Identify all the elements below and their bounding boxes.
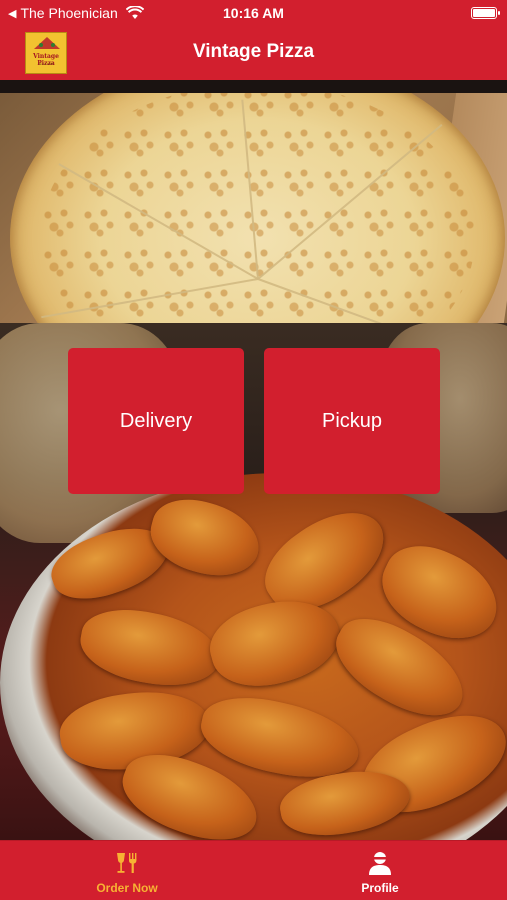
tab-order-now-label: Order Now xyxy=(96,881,158,895)
tab-order-now[interactable]: Order Now xyxy=(47,841,207,900)
status-time: 10:16 AM xyxy=(223,5,284,21)
delivery-button[interactable]: Delivery xyxy=(68,348,244,494)
battery-icon xyxy=(471,7,500,19)
page-title: Vintage Pizza xyxy=(192,41,315,62)
tab-bar: Order Now Profile xyxy=(0,840,507,900)
header-divider xyxy=(0,80,507,93)
pickup-button[interactable]: Pickup xyxy=(264,348,440,494)
cheese-pizza-image xyxy=(0,93,507,323)
status-bar: ◀ The Phoenician 10:16 AM xyxy=(0,0,507,26)
user-icon xyxy=(369,852,391,875)
tab-profile[interactable]: Profile xyxy=(300,841,460,900)
nav-bar: Vintage Pizza Since 1985 Vintage Pizza xyxy=(0,26,507,80)
fork-glass-icon xyxy=(117,853,137,873)
tab-profile-label: Profile xyxy=(361,881,399,895)
